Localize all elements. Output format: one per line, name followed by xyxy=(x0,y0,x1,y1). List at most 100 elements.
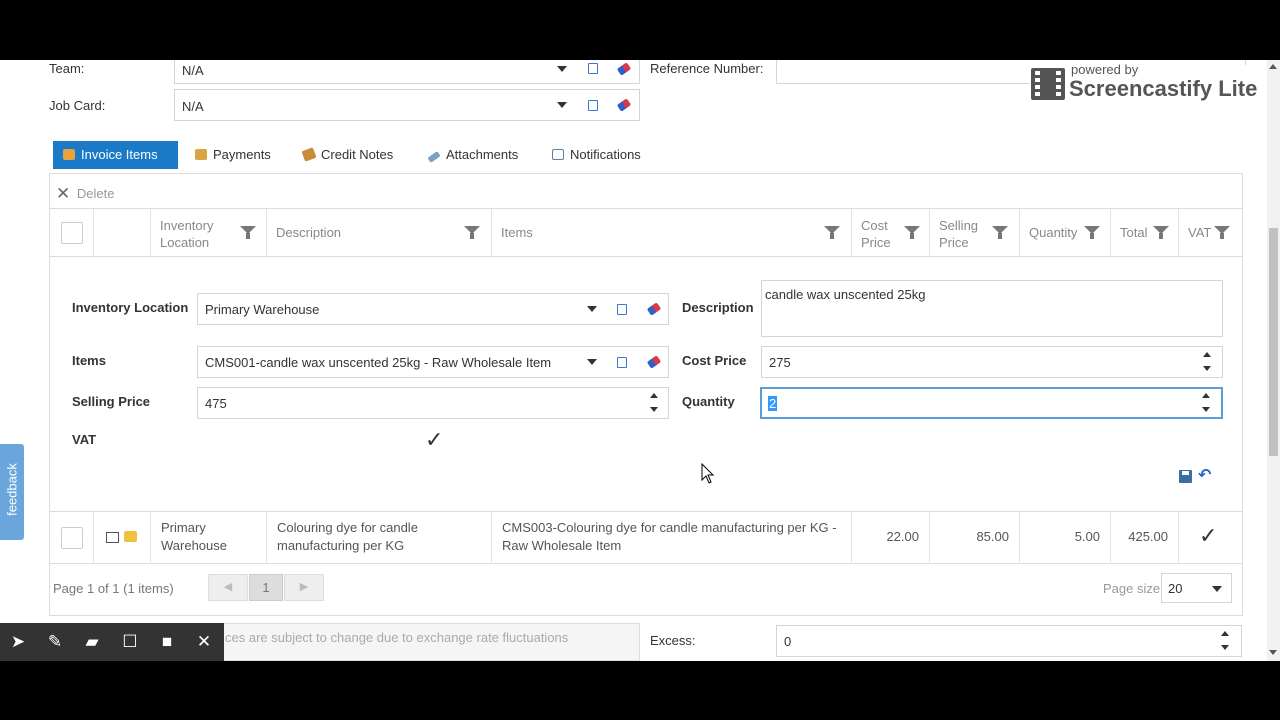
tab-attachments[interactable]: Attachments xyxy=(418,141,528,169)
filter-icon[interactable] xyxy=(464,226,480,239)
tab-invoice-items[interactable]: Invoice Items xyxy=(53,141,178,169)
excess-label: Excess: xyxy=(650,633,696,648)
feedback-tab[interactable]: feedback xyxy=(0,444,24,540)
chevron-down-icon[interactable] xyxy=(587,359,597,365)
chevron-down-icon[interactable] xyxy=(557,102,567,108)
jobcard-select[interactable]: N/A xyxy=(174,89,640,121)
highlighter-icon[interactable]: ▰ xyxy=(82,632,102,652)
eraser-icon[interactable] xyxy=(646,355,662,369)
prev-page-button[interactable]: ◀ xyxy=(208,574,248,601)
eraser-icon[interactable] xyxy=(646,302,662,316)
page-size-select[interactable]: 20 xyxy=(1161,573,1232,603)
copy-icon[interactable] xyxy=(588,100,598,111)
camera-icon[interactable]: ■ xyxy=(157,632,177,652)
column-vat[interactable]: VAT xyxy=(1179,209,1242,257)
watermark: powered by Screencastify Lite xyxy=(1030,62,1270,105)
column-quantity[interactable]: Quantity xyxy=(1020,209,1111,257)
credit-note-icon xyxy=(301,147,317,162)
copy-icon[interactable] xyxy=(617,304,627,315)
scroll-up-icon[interactable] xyxy=(1269,64,1277,69)
edit-icon[interactable] xyxy=(106,532,119,543)
pointer-icon[interactable]: ➤ xyxy=(8,632,28,652)
selling-price-label: Selling Price xyxy=(72,394,151,409)
column-items[interactable]: Items xyxy=(492,209,852,257)
filter-icon[interactable] xyxy=(240,226,256,239)
quantity-label: Quantity xyxy=(682,394,735,409)
next-page-button[interactable]: ▶ xyxy=(284,574,324,601)
copy-icon[interactable] xyxy=(588,63,598,74)
checkmark-icon: ✓ xyxy=(1199,523,1218,548)
eraser-icon[interactable] xyxy=(616,98,632,112)
tab-notifications[interactable]: Notifications xyxy=(542,141,651,169)
page-scrollbar[interactable] xyxy=(1267,60,1280,661)
pen-icon[interactable]: ✎ xyxy=(45,632,65,652)
jobcard-label: Job Card: xyxy=(49,98,106,113)
tab-credit-notes[interactable]: Credit Notes xyxy=(293,141,403,169)
mouse-cursor-icon xyxy=(701,463,715,484)
vat-checkbox[interactable]: ✓ xyxy=(424,427,446,452)
undo-icon[interactable]: ↶ xyxy=(1198,465,1211,485)
box-icon xyxy=(63,149,75,160)
chevron-down-icon[interactable] xyxy=(587,306,597,312)
cell-description: Colouring dye for candle manufacturing p… xyxy=(277,520,418,553)
inventory-location-select[interactable]: Primary Warehouse xyxy=(197,293,669,325)
selling-price-input[interactable]: 475 xyxy=(197,387,669,419)
grid-header: Inventory Location Description Items Cos… xyxy=(50,208,1242,257)
eraser-icon[interactable] xyxy=(616,62,632,76)
pager-info: Page 1 of 1 (1 items) xyxy=(53,581,174,596)
note-icon[interactable] xyxy=(124,531,137,542)
filter-icon[interactable] xyxy=(1153,226,1169,239)
chevron-down-icon[interactable] xyxy=(557,66,567,72)
filter-icon[interactable] xyxy=(904,226,920,239)
filter-icon[interactable] xyxy=(1214,226,1230,239)
cell-items: CMS003-Colouring dye for candle manufact… xyxy=(502,520,837,553)
items-select[interactable]: CMS001-candle wax unscented 25kg - Raw W… xyxy=(197,346,669,378)
checkmark-icon: ✓ xyxy=(425,427,444,452)
filter-icon[interactable] xyxy=(992,226,1008,239)
scroll-down-icon[interactable] xyxy=(1269,650,1277,655)
vat-label: VAT xyxy=(72,432,97,447)
cell-cost-price: 22.00 xyxy=(886,529,919,544)
payments-icon xyxy=(195,149,207,160)
copy-icon[interactable] xyxy=(617,357,627,368)
quantity-input[interactable]: 2 xyxy=(760,387,1223,419)
page-number-button[interactable]: 1 xyxy=(249,574,283,601)
scrollbar-thumb[interactable] xyxy=(1269,228,1278,456)
save-icon[interactable] xyxy=(1179,470,1192,483)
close-icon: ✕ xyxy=(56,184,71,203)
team-label: Team: xyxy=(49,61,85,76)
reference-label: Reference Number: xyxy=(650,61,764,76)
rectangle-icon[interactable]: ☐ xyxy=(120,632,140,652)
items-label: Items xyxy=(72,353,106,368)
excess-input[interactable]: 0 xyxy=(776,625,1242,657)
cost-price-input[interactable]: 275 xyxy=(761,346,1223,378)
select-all-checkbox[interactable] xyxy=(61,222,83,244)
film-icon xyxy=(1031,68,1065,100)
filter-icon[interactable] xyxy=(1084,226,1100,239)
notification-icon xyxy=(552,149,564,160)
filter-icon[interactable] xyxy=(824,226,840,239)
cell-inventory-location: Primary Warehouse xyxy=(161,520,227,553)
inventory-location-label: Inventory Location xyxy=(72,300,189,315)
column-cost-price[interactable]: Cost Price xyxy=(852,209,930,257)
invoice-screen: Team: N/A Job Card: N/A Reference Number… xyxy=(0,60,1280,661)
close-icon[interactable]: ✕ xyxy=(194,632,214,652)
spinner-icon[interactable] xyxy=(650,392,660,414)
powered-by-text: powered by xyxy=(1071,62,1139,77)
team-select[interactable]: N/A xyxy=(174,60,640,84)
column-selling-price[interactable]: Selling Price xyxy=(930,209,1020,257)
description-textarea[interactable]: candle wax unscented 25kg xyxy=(761,280,1223,337)
spinner-icon[interactable] xyxy=(1202,392,1212,414)
spinner-icon[interactable] xyxy=(1203,351,1213,373)
cell-total: 425.00 xyxy=(1128,529,1168,544)
chevron-down-icon[interactable] xyxy=(1212,586,1222,592)
column-total[interactable]: Total xyxy=(1111,209,1179,257)
delete-button[interactable]: ✕ Delete xyxy=(56,183,114,203)
column-inventory-location[interactable]: Inventory Location xyxy=(151,209,267,257)
spinner-icon[interactable] xyxy=(1221,630,1231,652)
tab-payments[interactable]: Payments xyxy=(185,141,281,169)
description-label: Description xyxy=(682,300,754,315)
annotation-toolbar: ➤ ✎ ▰ ☐ ■ ✕ xyxy=(0,623,224,661)
row-checkbox[interactable] xyxy=(61,527,83,549)
column-description[interactable]: Description xyxy=(267,209,492,257)
